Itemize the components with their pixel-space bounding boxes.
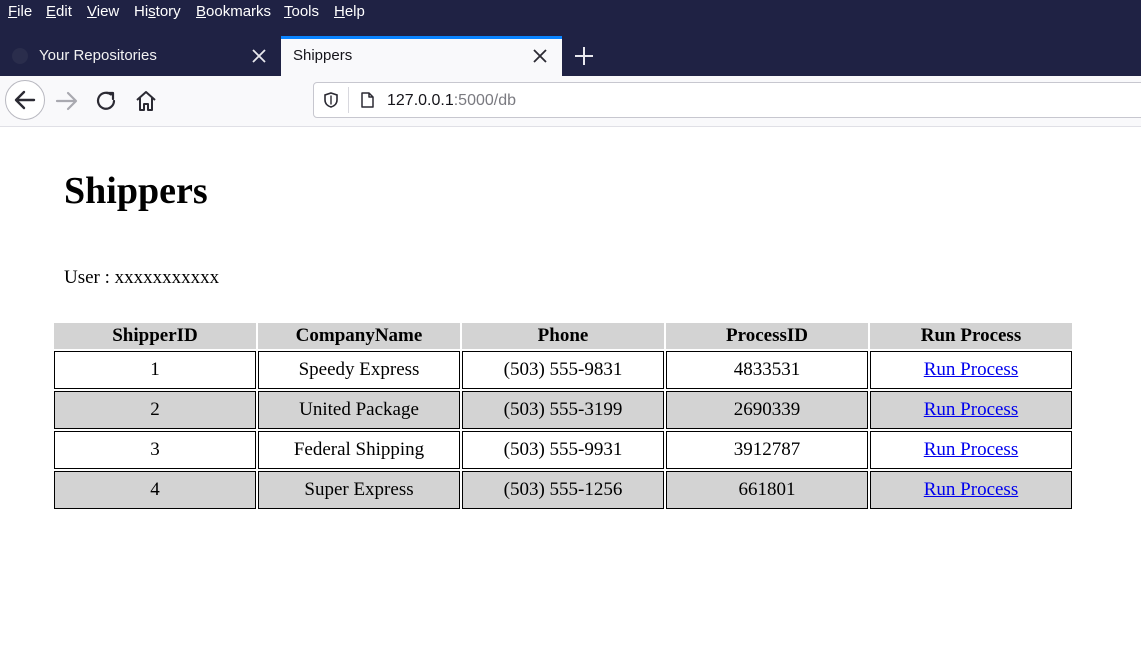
table-row: 4 Super Express (503) 555-1256 661801 Ru… [54, 471, 1072, 509]
tab-label: Shippers [293, 47, 353, 64]
menu-bar: File Edit View History Bookmarks Tools H… [0, 0, 1141, 24]
close-icon[interactable] [530, 46, 550, 66]
cell-phone: (503) 555-9831 [462, 351, 664, 389]
cell-shipper-id: 2 [54, 391, 256, 429]
page-content: Shippers User : xxxxxxxxxxx ShipperID Co… [0, 127, 1141, 647]
header-process-id: ProcessID [666, 323, 868, 349]
url-text[interactable]: 127.0.0.1:5000/db [387, 92, 516, 110]
cell-shipper-id: 3 [54, 431, 256, 469]
cell-company-name: Speedy Express [258, 351, 460, 389]
menu-file[interactable]: File [8, 3, 32, 20]
menu-history[interactable]: History [134, 3, 181, 20]
page-icon[interactable] [358, 91, 376, 109]
run-process-link[interactable]: Run Process [924, 439, 1018, 460]
shippers-table: ShipperID CompanyName Phone ProcessID Ru… [52, 321, 1074, 511]
address-bar[interactable]: 127.0.0.1:5000/db [313, 82, 1141, 118]
run-process-link[interactable]: Run Process [924, 359, 1018, 380]
cell-shipper-id: 4 [54, 471, 256, 509]
cell-company-name: Federal Shipping [258, 431, 460, 469]
tab-strip: Your Repositories Shippers [0, 24, 1141, 76]
menu-edit[interactable]: Edit [46, 3, 72, 20]
tab-your-repositories[interactable]: Your Repositories [0, 36, 280, 76]
table-row: 2 United Package (503) 555-3199 2690339 … [54, 391, 1072, 429]
shield-icon[interactable] [322, 91, 340, 109]
cell-phone: (503) 555-3199 [462, 391, 664, 429]
user-label: User : [64, 267, 110, 288]
cell-run-process: Run Process [870, 471, 1072, 509]
page-title: Shippers [64, 170, 208, 212]
run-process-link[interactable]: Run Process [924, 399, 1018, 420]
menu-view[interactable]: View [87, 3, 119, 20]
cell-process-id: 4833531 [666, 351, 868, 389]
plus-icon[interactable] [572, 44, 596, 68]
header-run-process: Run Process [870, 323, 1072, 349]
tab-shippers[interactable]: Shippers [281, 36, 562, 76]
table-header-row: ShipperID CompanyName Phone ProcessID Ru… [54, 323, 1072, 349]
close-icon[interactable] [249, 46, 269, 66]
cell-run-process: Run Process [870, 391, 1072, 429]
user-line: User : xxxxxxxxxxx [64, 267, 219, 289]
header-phone: Phone [462, 323, 664, 349]
cell-company-name: United Package [258, 391, 460, 429]
cell-phone: (503) 555-9931 [462, 431, 664, 469]
cell-company-name: Super Express [258, 471, 460, 509]
menu-bookmarks[interactable]: Bookmarks [196, 3, 271, 20]
run-process-link[interactable]: Run Process [924, 479, 1018, 500]
forward-arrow-icon[interactable] [50, 84, 84, 118]
cell-process-id: 661801 [666, 471, 868, 509]
cell-run-process: Run Process [870, 431, 1072, 469]
cell-phone: (503) 555-1256 [462, 471, 664, 509]
navigation-toolbar: 127.0.0.1:5000/db [0, 76, 1141, 127]
back-button[interactable] [5, 80, 45, 120]
home-icon[interactable] [129, 84, 163, 118]
menu-tools[interactable]: Tools [284, 3, 319, 20]
menu-help[interactable]: Help [334, 3, 365, 20]
cell-run-process: Run Process [870, 351, 1072, 389]
table-row: 3 Federal Shipping (503) 555-9931 391278… [54, 431, 1072, 469]
header-shipper-id: ShipperID [54, 323, 256, 349]
table-row: 1 Speedy Express (503) 555-9831 4833531 … [54, 351, 1072, 389]
header-company-name: CompanyName [258, 323, 460, 349]
back-arrow-icon [14, 90, 36, 110]
cell-process-id: 3912787 [666, 431, 868, 469]
github-favicon-icon [12, 48, 28, 64]
cell-process-id: 2690339 [666, 391, 868, 429]
reload-icon[interactable] [89, 84, 123, 118]
address-bar-divider [348, 87, 349, 113]
cell-shipper-id: 1 [54, 351, 256, 389]
user-value: xxxxxxxxxxx [114, 267, 220, 288]
tab-label: Your Repositories [39, 47, 157, 64]
